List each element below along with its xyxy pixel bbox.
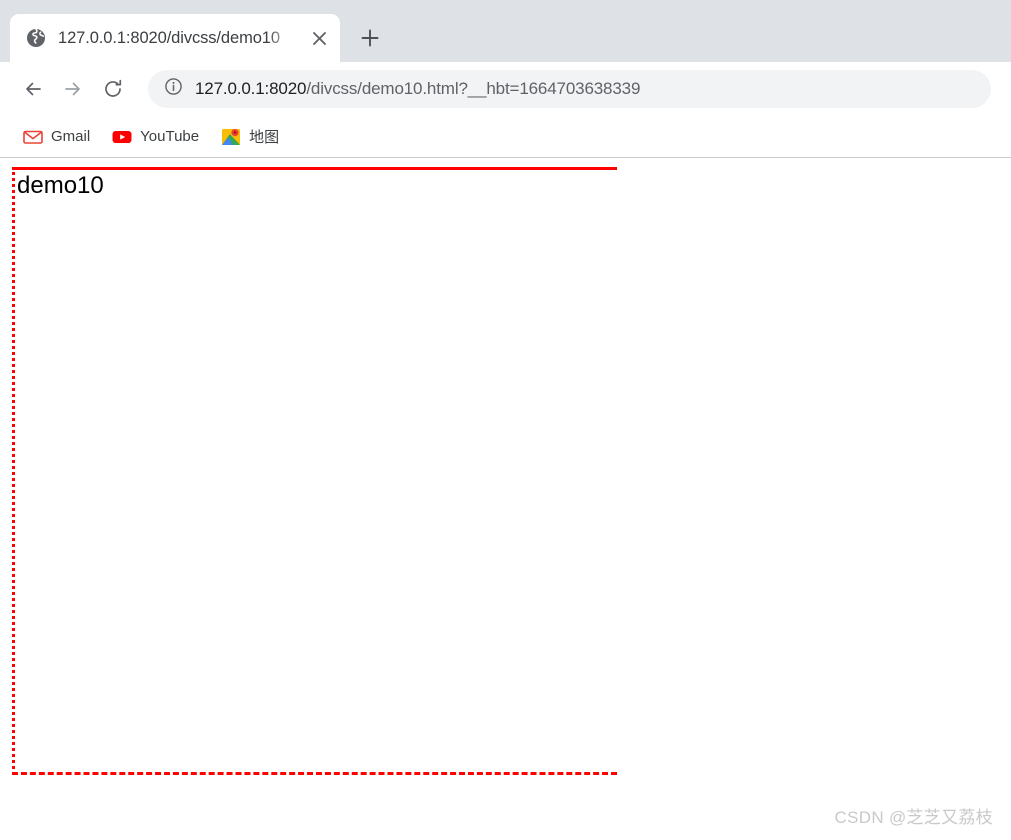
bookmark-gmail[interactable]: Gmail xyxy=(14,122,99,152)
forward-button[interactable] xyxy=(54,70,92,108)
gmail-icon xyxy=(23,127,43,147)
reload-icon xyxy=(105,79,122,97)
plus-icon xyxy=(361,29,379,47)
address-bar[interactable]: 127.0.0.1:8020/divcss/demo10.html?__hbt=… xyxy=(148,70,991,108)
browser-window: 127.0.0.1:8020/divcss/demo10 127.0.0.1:8… xyxy=(0,0,1011,840)
browser-tab[interactable]: 127.0.0.1:8020/divcss/demo10 xyxy=(10,14,340,62)
new-tab-button[interactable] xyxy=(352,20,388,56)
url-text: 127.0.0.1:8020/divcss/demo10.html?__hbt=… xyxy=(195,79,640,99)
csdn-watermark: CSDN @芝芝又荔枝 xyxy=(834,808,993,827)
google-maps-icon xyxy=(221,127,241,147)
demo-bordered-box: demo10 xyxy=(12,167,617,775)
url-host: 127.0.0.1:8020 xyxy=(195,79,307,98)
bookmark-label: Gmail xyxy=(51,128,91,145)
reload-button[interactable] xyxy=(94,70,132,108)
tab-title: 127.0.0.1:8020/divcss/demo10 xyxy=(58,28,280,47)
youtube-icon xyxy=(112,127,132,147)
info-circle-icon[interactable] xyxy=(164,77,183,101)
back-button[interactable] xyxy=(14,70,52,108)
close-icon[interactable] xyxy=(306,25,332,51)
page-heading: demo10 xyxy=(17,172,104,199)
arrow-left-icon xyxy=(26,82,41,96)
globe-icon xyxy=(24,26,48,50)
arrow-right-icon xyxy=(65,82,80,96)
page-viewport: demo10 CSDN @芝芝又荔枝 xyxy=(0,158,1011,840)
bookmark-label: 地图 xyxy=(249,129,280,146)
bookmark-label: YouTube xyxy=(140,128,200,145)
bookmarks-bar: Gmail YouTube 地图 xyxy=(0,116,1011,158)
bookmark-maps[interactable]: 地图 xyxy=(212,121,288,152)
bookmark-youtube[interactable]: YouTube xyxy=(103,122,208,152)
navigation-toolbar: 127.0.0.1:8020/divcss/demo10.html?__hbt=… xyxy=(0,62,1011,116)
tab-strip: 127.0.0.1:8020/divcss/demo10 xyxy=(0,0,1011,62)
url-path: /divcss/demo10.html?__hbt=1664703638339 xyxy=(306,79,641,98)
